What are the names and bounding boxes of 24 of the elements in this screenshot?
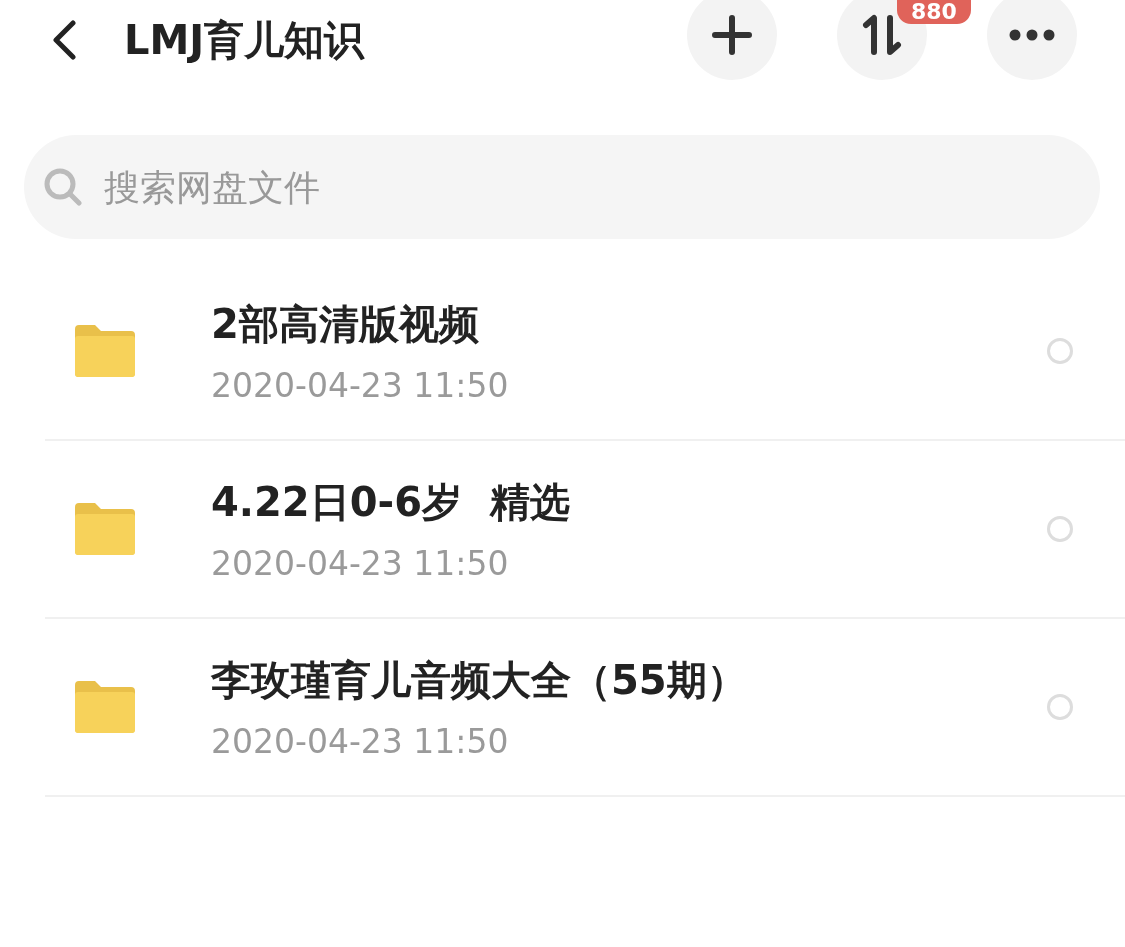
folder-icon <box>75 681 135 733</box>
back-icon <box>51 20 77 60</box>
select-checkbox[interactable] <box>1047 516 1073 542</box>
more-icon <box>1009 29 1055 41</box>
file-row[interactable]: 李玫瑾育儿音频大全（55期） 2020-04-23 11:50 <box>45 619 1125 797</box>
modified-date: 2020-04-23 11:50 <box>211 722 510 761</box>
folder-name: 2部高清版视频 <box>211 300 480 349</box>
folder-name: 4.22日0-6岁 精选 <box>211 478 571 527</box>
select-checkbox[interactable] <box>1047 694 1073 720</box>
folder-icon <box>75 325 135 377</box>
search-icon <box>44 168 82 206</box>
folder-name: 李玫瑾育儿音频大全（55期） <box>211 656 748 705</box>
page-title: LMJ育儿知识 <box>124 15 366 65</box>
file-row[interactable]: 4.22日0-6岁 精选 2020-04-23 11:50 <box>45 441 1125 619</box>
file-row[interactable]: 2部高清版视频 2020-04-23 11:50 <box>45 263 1125 441</box>
modified-date: 2020-04-23 11:50 <box>211 366 510 405</box>
select-checkbox[interactable] <box>1047 338 1073 364</box>
search-field[interactable]: 搜索网盘文件 <box>102 165 1100 209</box>
search-bar[interactable]: 搜索网盘文件 <box>24 135 1100 239</box>
modified-date: 2020-04-23 11:50 <box>211 544 510 583</box>
plus-icon <box>712 15 752 55</box>
count-badge: 880 <box>897 0 971 24</box>
up-down-arrows-icon <box>862 14 902 56</box>
folder-icon <box>75 503 135 555</box>
